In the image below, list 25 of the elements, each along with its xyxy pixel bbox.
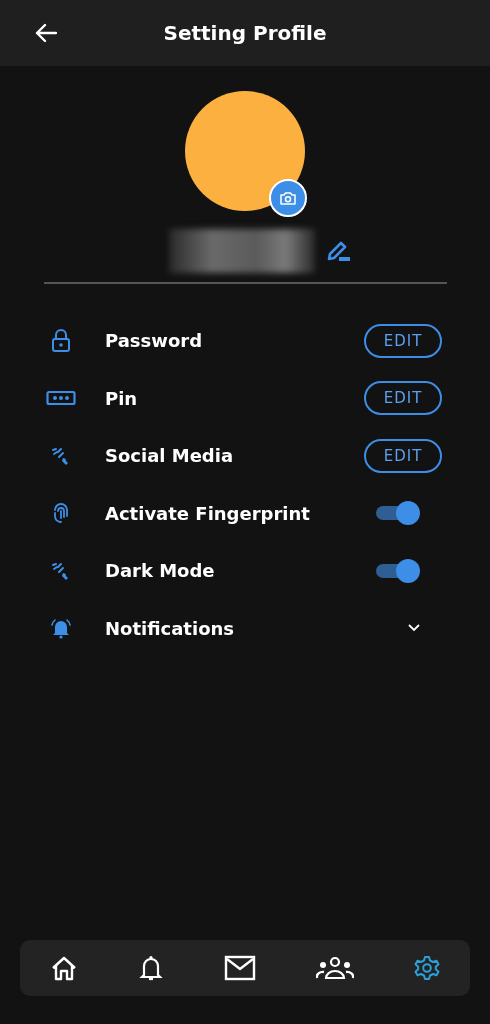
setting-label: Pin [105, 387, 139, 409]
group-icon[interactable] [316, 956, 354, 980]
home-icon[interactable] [50, 955, 78, 981]
setting-label: Password [105, 330, 204, 352]
settings-icon[interactable] [414, 955, 440, 981]
bell-icon [50, 617, 72, 640]
pin-dots-icon [46, 390, 76, 407]
toggle-switch[interactable] [376, 558, 420, 583]
setting-label: Activate Fingerprint [105, 502, 311, 524]
edit-button[interactable]: EDIT [364, 438, 442, 473]
setting-label: Dark Mode [105, 560, 216, 582]
camera-button[interactable] [269, 179, 307, 217]
setting-label: Notifications [105, 617, 236, 639]
fingerprint-icon [52, 502, 70, 525]
toggle-switch[interactable] [376, 501, 420, 526]
camera-icon [279, 190, 297, 206]
bell-icon[interactable] [138, 954, 164, 982]
lock-icon [51, 328, 71, 353]
page-title: Setting Profile [163, 21, 327, 45]
edit-button[interactable]: EDIT [364, 323, 442, 358]
edit-button[interactable]: EDIT [364, 381, 442, 416]
mail-icon[interactable] [224, 955, 256, 981]
edit-pencil-icon[interactable] [325, 239, 351, 263]
setting-label: Social Media [105, 445, 235, 467]
chevron-icon[interactable] [408, 624, 420, 633]
